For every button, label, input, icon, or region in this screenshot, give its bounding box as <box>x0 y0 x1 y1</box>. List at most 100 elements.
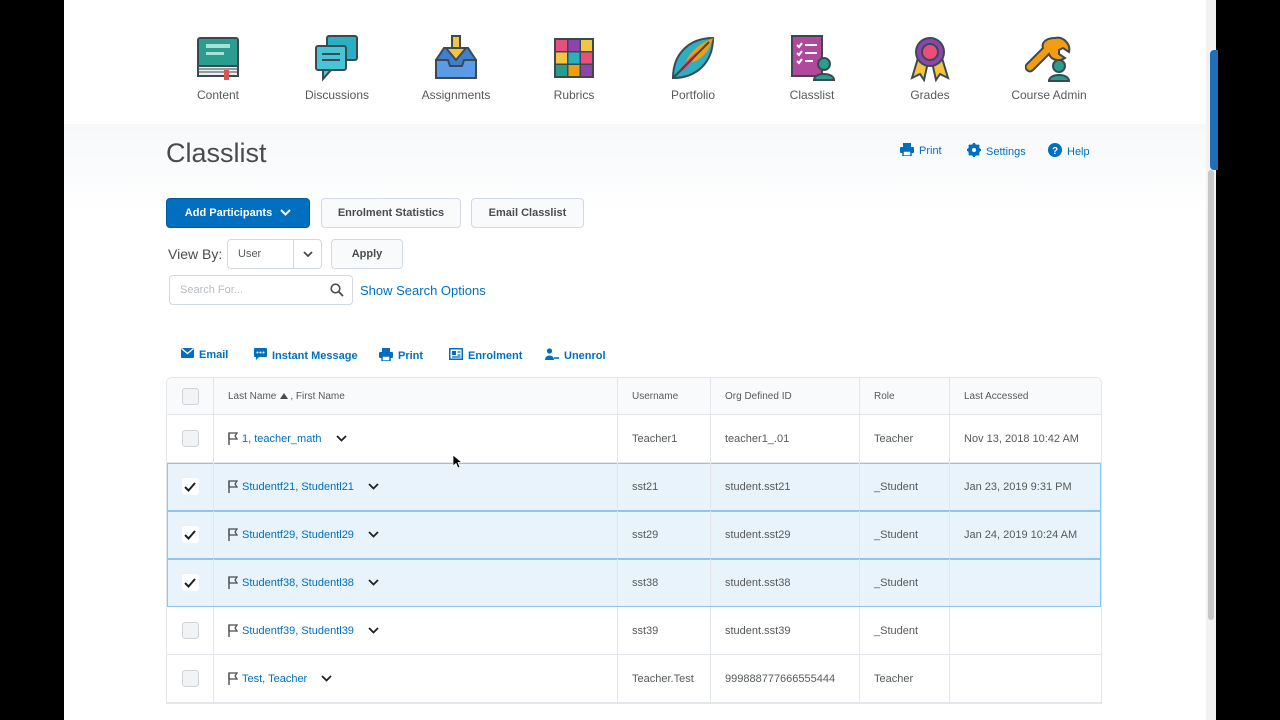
mouse-cursor-icon <box>452 454 464 474</box>
checkmark-icon <box>184 577 196 588</box>
enrolment-action[interactable]: Enrolment <box>449 348 522 363</box>
enrolment-statistics-button[interactable]: Enrolment Statistics <box>321 198 461 228</box>
last-accessed-cell <box>950 559 1101 606</box>
table-row: Studentf29, Studentl29 sst29 student.sst29… <box>167 511 1101 559</box>
role-cell: _Student <box>860 607 950 654</box>
printer-icon <box>379 348 393 364</box>
nav-item-content[interactable]: Content <box>163 34 273 102</box>
svg-text:?: ? <box>1052 146 1058 157</box>
outer-border <box>1216 0 1280 720</box>
nav-item-classlist[interactable]: Classlist <box>757 34 867 102</box>
nav-item-label: Course Admin <box>1011 88 1087 102</box>
leaf-icon <box>669 34 717 82</box>
table-row: Studentf38, Studentl38 sst38 student.sst38… <box>167 559 1101 607</box>
nav-item-label: Rubrics <box>553 88 595 102</box>
row-checkbox[interactable] <box>181 622 199 639</box>
apply-button[interactable]: Apply <box>331 239 403 269</box>
email-action[interactable]: Email <box>181 348 228 361</box>
chevron-down-icon[interactable] <box>368 627 379 634</box>
header-name[interactable]: Last Name , First Name <box>214 378 618 414</box>
flag-icon[interactable] <box>228 528 238 541</box>
search-icon[interactable] <box>330 283 344 302</box>
flag-icon[interactable] <box>228 672 238 685</box>
flag-icon[interactable] <box>228 432 238 445</box>
row-checkbox[interactable] <box>181 478 199 495</box>
search-input[interactable] <box>170 276 320 304</box>
nav-item-label: Portfolio <box>670 88 716 102</box>
unenrol-action[interactable]: Unenrol <box>545 348 606 364</box>
last-accessed-cell: Nov 13, 2018 10:42 AM <box>964 432 1079 445</box>
name-cell: Studentf38, Studentl38 <box>214 559 618 606</box>
user-name-link[interactable]: 1, teacher_math <box>242 433 322 445</box>
user-name-link[interactable]: Studentf39, Studentl39 <box>242 625 354 637</box>
chevron-down-icon[interactable] <box>368 579 379 586</box>
nav-item-label: Classlist <box>789 88 835 102</box>
role-cell: Teacher <box>860 415 950 462</box>
username-cell: sst21 <box>618 463 711 510</box>
nav-item-course-admin[interactable]: Course Admin <box>994 34 1104 102</box>
table-row: 1, teacher_math Teacher1 teacher1_.01 Teach… <box>167 415 1101 463</box>
flag-icon[interactable] <box>228 624 238 637</box>
envelope-icon <box>181 348 194 361</box>
chevron-down-icon[interactable] <box>368 483 379 490</box>
instant-message-action[interactable]: Instant Message <box>254 348 358 363</box>
row-checkbox-cell <box>167 511 214 558</box>
org-id-cell: student.sst38 <box>711 559 860 606</box>
table-header-row: Last Name , First Name Username Org Defi… <box>167 378 1101 415</box>
name-cell: Studentf29, Studentl29 <box>214 511 618 558</box>
chevron-down-icon[interactable] <box>335 435 347 442</box>
print-action[interactable]: Print <box>379 348 423 364</box>
header-last-accessed[interactable]: Last Accessed <box>950 378 1101 414</box>
help-link[interactable]: ? Help <box>1048 143 1090 160</box>
header-checkbox-cell <box>167 378 214 414</box>
header-org-id[interactable]: Org Defined ID <box>711 378 860 414</box>
row-checkbox[interactable] <box>181 430 199 447</box>
user-name-link[interactable]: Studentf21, Studentl21 <box>242 481 354 493</box>
user-name-link[interactable]: Studentf38, Studentl38 <box>242 577 354 589</box>
nav-item-grades[interactable]: Grades <box>875 34 985 102</box>
username-cell: Teacher1 <box>618 415 711 462</box>
header-username[interactable]: Username <box>618 378 711 414</box>
table-row: Studentf21, Studentl21 sst21 student.sst21… <box>167 463 1101 511</box>
search-box <box>169 275 353 305</box>
row-checkbox[interactable] <box>181 526 199 543</box>
course-navbar: Content Discussions Assignments Rubrics … <box>64 0 1206 124</box>
nav-item-label: Content <box>196 88 240 102</box>
header-role[interactable]: Role <box>860 378 950 414</box>
side-panel-tab[interactable] <box>1210 50 1218 170</box>
email-classlist-button[interactable]: Email Classlist <box>471 198 584 228</box>
printer-icon <box>900 143 914 159</box>
chevron-down-icon <box>293 240 321 268</box>
nav-item-discussions[interactable]: Discussions <box>282 34 392 102</box>
chevron-down-icon[interactable] <box>368 531 379 538</box>
chevron-down-icon <box>280 207 291 219</box>
username-cell: sst39 <box>618 607 711 654</box>
settings-link[interactable]: Settings <box>967 143 1026 160</box>
print-link[interactable]: Print <box>900 143 942 159</box>
org-id-cell: teacher1_.01 <box>711 415 860 462</box>
username-cell: sst29 <box>618 511 711 558</box>
user-name-link[interactable]: Studentf29, Studentl29 <box>242 529 354 541</box>
username-cell: Teacher.Test <box>618 655 711 702</box>
sort-ascending-icon <box>280 393 289 399</box>
view-by-select[interactable]: User <box>227 239 322 269</box>
chevron-down-icon[interactable] <box>321 675 332 682</box>
last-accessed-cell: Jan 23, 2019 9:31 PM <box>964 480 1072 493</box>
flag-icon[interactable] <box>228 480 238 493</box>
checkmark-icon <box>184 481 196 492</box>
select-all-checkbox[interactable] <box>181 387 199 405</box>
add-participants-button[interactable]: Add Participants <box>166 198 310 228</box>
nav-item-assignments[interactable]: Assignments <box>401 34 511 102</box>
page-scrollbar-thumb[interactable] <box>1208 170 1214 620</box>
nav-item-portfolio[interactable]: Portfolio <box>638 34 748 102</box>
grid-tiles-icon <box>550 34 598 82</box>
id-card-icon <box>449 348 463 363</box>
flag-icon[interactable] <box>228 576 238 589</box>
speech-bubbles-icon <box>313 34 361 82</box>
row-checkbox[interactable] <box>181 670 199 687</box>
org-id-cell: student.sst39 <box>711 607 860 654</box>
user-name-link[interactable]: Test, Teacher <box>242 673 307 685</box>
show-search-options-link[interactable]: Show Search Options <box>360 283 486 298</box>
nav-item-rubrics[interactable]: Rubrics <box>519 34 629 102</box>
row-checkbox[interactable] <box>181 574 199 591</box>
